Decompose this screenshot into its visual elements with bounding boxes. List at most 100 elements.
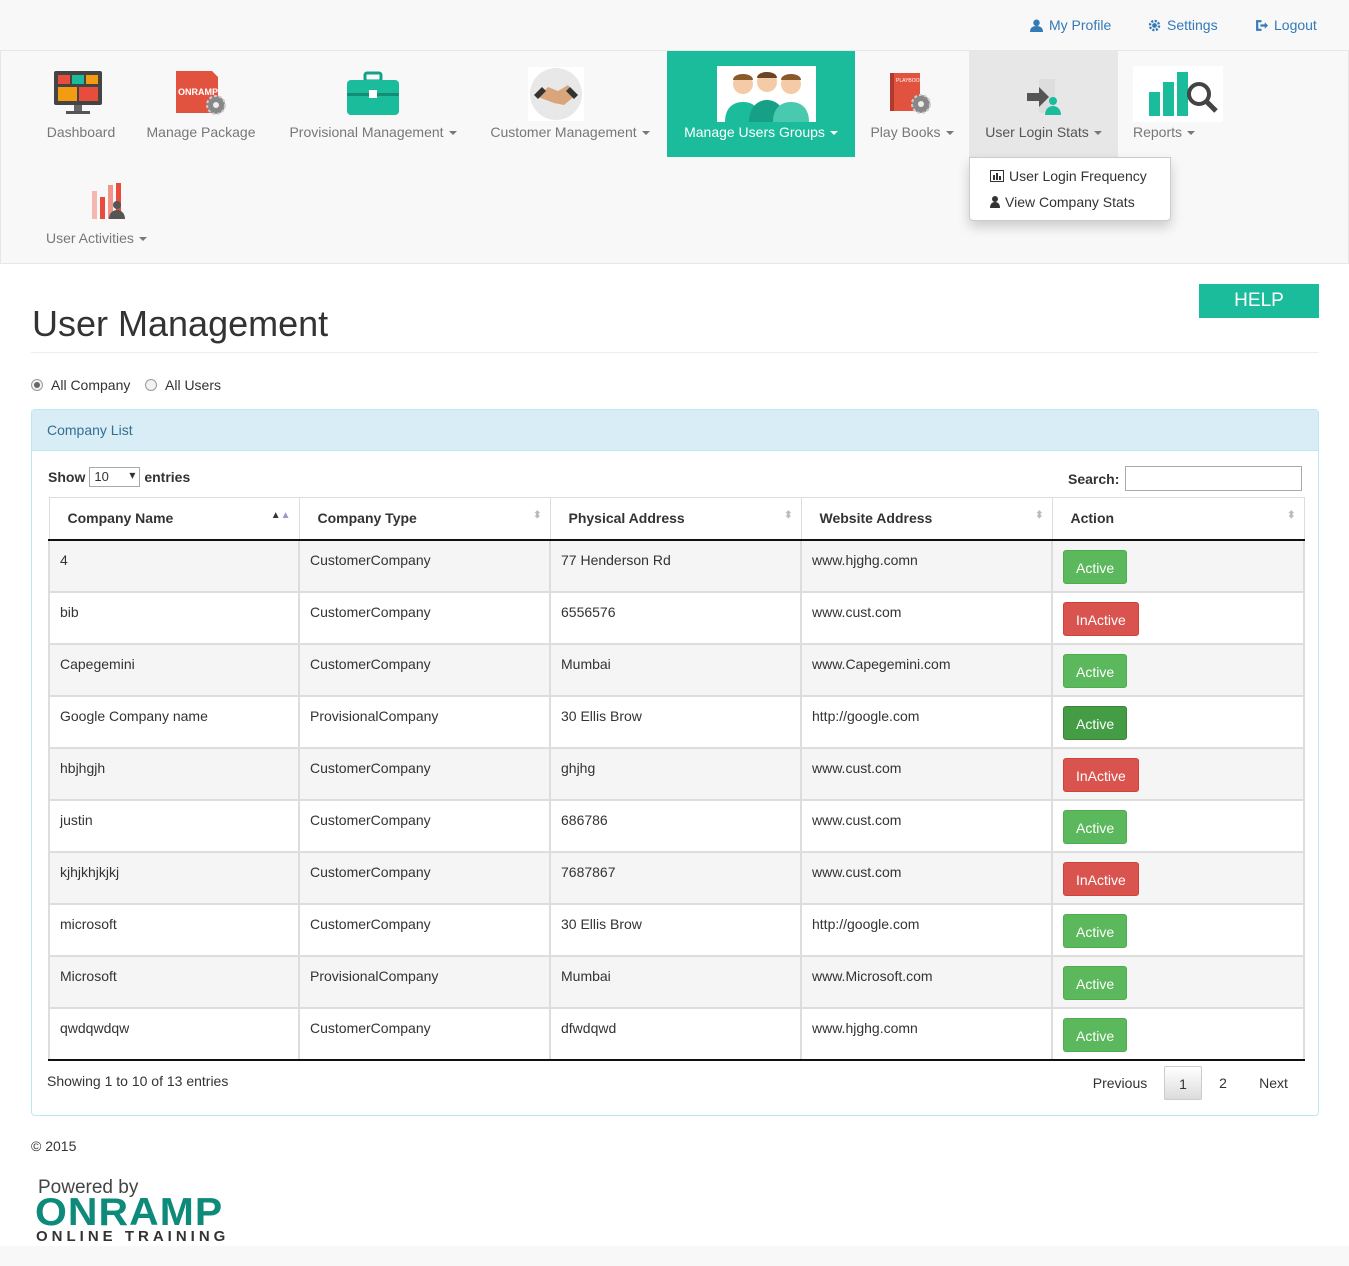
playbook-icon: PLAYBOOK (890, 73, 931, 114)
reports-chart-icon (1133, 66, 1223, 122)
sort-asc-icon: ▲▲ (270, 510, 291, 521)
dropdown-item-label: View Company Stats (1005, 194, 1135, 210)
cell-website-address: www.Capegemini.com (800, 642, 1053, 697)
table-search: Search: (1068, 466, 1303, 491)
active-button[interactable]: Active (1063, 965, 1128, 1000)
nav-reports[interactable]: Reports (1127, 51, 1227, 157)
dashboard-icon (54, 71, 102, 114)
settings-label: Settings (1167, 17, 1218, 33)
nav-play-books-label: Play Books (864, 124, 960, 140)
cell-action: InActive (1051, 746, 1305, 801)
active-button[interactable]: Active (1063, 1017, 1128, 1052)
cell-physical-address: 77 Henderson Rd (549, 538, 802, 593)
briefcase-icon (347, 71, 399, 115)
copyright: © 2015 (31, 1138, 77, 1154)
radio-button-checked[interactable] (31, 379, 43, 391)
cell-physical-address: 686786 (549, 798, 802, 853)
nav-user-login-stats[interactable]: User Login Stats (969, 51, 1118, 157)
pagination-next[interactable]: Next (1246, 1066, 1301, 1100)
sort-both-icon: ⬍ (533, 510, 542, 521)
cell-company-name: Capegemini (48, 642, 300, 697)
active-button[interactable]: Active (1063, 549, 1128, 584)
package-gear-icon: ONRAMP (176, 71, 226, 115)
column-header-company-name[interactable]: Company Name ▲▲ (48, 497, 300, 541)
nav-customer-management[interactable]: Customer Management (482, 51, 658, 157)
user-icon (1030, 19, 1043, 32)
cell-company-type: ProvisionalCompany (298, 694, 551, 749)
search-label: Search: (1068, 470, 1120, 487)
cell-physical-address: 7687867 (549, 850, 802, 905)
column-header-action[interactable]: Action ⬍ (1051, 497, 1305, 541)
table-row: hbjhgjh CustomerCompany ghjhg www.cust.com I… (48, 746, 1305, 801)
nav-manage-package-label: Manage Package (146, 124, 256, 140)
nav-manage-package[interactable]: ONRAMP Manage Package (140, 51, 262, 157)
nav-dashboard[interactable]: Dashboard (40, 51, 122, 157)
active-button[interactable]: Active (1063, 913, 1128, 948)
column-header-website-address[interactable]: Website Address ⬍ (800, 497, 1053, 541)
radio-all-users[interactable]: All Users (145, 377, 221, 393)
user-icon (990, 196, 1000, 208)
cell-physical-address: 30 Ellis Brow (549, 902, 802, 957)
search-input[interactable] (1125, 466, 1303, 491)
nav-provisional-management[interactable]: Provisional Management (281, 51, 465, 157)
cell-company-name: microsoft (48, 902, 300, 957)
nav-manage-users-groups-label: Manage Users Groups (667, 124, 855, 140)
page-length-value: 10 (94, 469, 109, 484)
my-profile-link[interactable]: My Profile (1030, 17, 1111, 33)
column-header-company-type[interactable]: Company Type ⬍ (298, 497, 551, 541)
logout-label: Logout (1274, 17, 1317, 33)
top-bar: My Profile Settings Logout (0, 0, 1349, 50)
cell-action: Active (1051, 954, 1305, 1009)
cell-company-name: Google Company name (48, 694, 300, 749)
pagination-previous[interactable]: Previous (1080, 1066, 1160, 1100)
user-login-stats-dropdown: User Login Frequency View Company Stats (969, 157, 1171, 221)
cell-action: Active (1051, 538, 1305, 593)
pagination-page-1[interactable]: 1 (1164, 1066, 1202, 1100)
show-entries: Show 10 entries (48, 467, 190, 487)
nav-play-books[interactable]: PLAYBOOK Play Books (864, 51, 960, 157)
inactive-button[interactable]: InActive (1063, 757, 1139, 792)
nav-manage-users-groups[interactable]: Manage Users Groups (667, 51, 855, 157)
cell-website-address: www.hjghg.comn (800, 538, 1053, 593)
cell-website-address: www.cust.com (800, 746, 1053, 801)
radio-button[interactable] (145, 379, 157, 391)
radio-all-users-label: All Users (165, 377, 222, 393)
cell-physical-address: 6556576 (549, 590, 802, 645)
page-length-select[interactable]: 10 (89, 467, 141, 487)
cell-physical-address: Mumbai (549, 954, 802, 1009)
dropdown-view-company-stats[interactable]: View Company Stats (990, 194, 1135, 210)
radio-all-company-label: All Company (51, 377, 131, 393)
cell-physical-address: ghjhg (549, 746, 802, 801)
handshake-icon (528, 67, 584, 121)
radio-all-company[interactable]: All Company (31, 377, 130, 393)
inactive-button[interactable]: InActive (1063, 601, 1139, 636)
dropdown-user-login-frequency[interactable]: User Login Frequency (990, 168, 1147, 184)
settings-link[interactable]: Settings (1148, 17, 1218, 33)
logout-icon (1256, 19, 1268, 31)
sort-both-icon: ⬍ (784, 510, 793, 521)
cell-physical-address: dfwdqwd (549, 1006, 802, 1061)
company-table: Company Name ▲▲ Company Type ⬍ Physical Ad… (48, 497, 1305, 1061)
cell-action: InActive (1051, 590, 1305, 645)
table-row: Google Company name ProvisionalCompany 30 … (48, 694, 1305, 749)
help-button[interactable]: HELP (1199, 284, 1319, 318)
active-button[interactable]: Active (1063, 653, 1128, 688)
column-header-physical-address[interactable]: Physical Address ⬍ (549, 497, 802, 541)
cell-action: Active (1051, 642, 1305, 697)
active-button[interactable]: Active (1063, 705, 1128, 740)
pagination-page-2[interactable]: 2 (1205, 1066, 1241, 1100)
table-row: Microsoft ProvisionalCompany Mumbai www.Mic… (48, 954, 1305, 1009)
cell-website-address: www.cust.com (800, 590, 1053, 645)
online-training-tagline: ONLINE TRAINING (36, 1228, 230, 1245)
page-title: User Management (32, 303, 329, 344)
bar-chart-icon (990, 170, 1004, 182)
active-button[interactable]: Active (1063, 809, 1128, 844)
cell-action: Active (1051, 1006, 1305, 1061)
divider (31, 352, 1319, 353)
nav-user-activities[interactable]: User Activities (40, 157, 152, 263)
inactive-button[interactable]: InActive (1063, 861, 1139, 896)
logout-link[interactable]: Logout (1255, 17, 1317, 33)
dropdown-item-label: User Login Frequency (1009, 168, 1147, 184)
cell-company-type: ProvisionalCompany (298, 954, 551, 1009)
my-profile-label: My Profile (1049, 17, 1112, 33)
